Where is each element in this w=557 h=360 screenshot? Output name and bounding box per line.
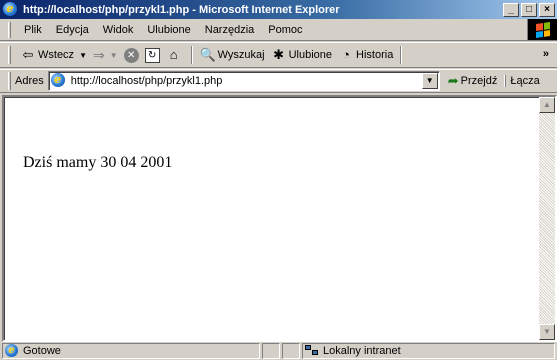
minimize-button[interactable]: _ <box>503 2 519 17</box>
status-page-icon: e <box>5 344 19 358</box>
menu-tools-label: Narzędzia <box>204 23 255 36</box>
menu-view-label: Widok <box>102 23 134 36</box>
stop-icon[interactable]: ✕ <box>123 47 139 63</box>
toolbar-separator-2 <box>400 46 403 64</box>
status-zone-text: Lokalny intranet <box>323 345 401 357</box>
vertical-scrollbar[interactable]: ▲ ▼ <box>539 97 555 340</box>
menu-edit-label: Edycja <box>55 23 89 36</box>
page-viewport: Dziś mamy 30 04 2001 <box>4 97 541 340</box>
status-text: Gotowe <box>23 345 61 357</box>
menu-view[interactable]: Widok <box>96 22 141 38</box>
menu-edit[interactable]: Edycja <box>49 22 96 38</box>
search-icon: 🔍 <box>199 47 216 62</box>
go-arrow-icon: ➦ <box>447 73 459 88</box>
favorites-icon: ✱ <box>273 47 285 62</box>
toolbar-grip[interactable] <box>8 46 11 64</box>
intranet-zone-icon <box>305 345 319 357</box>
address-field[interactable]: e ▼ <box>47 71 440 91</box>
windows-flag-icon <box>535 21 550 38</box>
ie-app-icon[interactable]: e <box>3 1 19 18</box>
content-frame: Dziś mamy 30 04 2001 ▲ ▼ <box>2 95 557 342</box>
go-label: Przejdź <box>460 75 498 87</box>
page-text: Dziś mamy 30 04 2001 <box>23 154 173 171</box>
address-label: Adres <box>15 75 44 87</box>
back-dropdown-icon[interactable]: ▼ <box>79 51 87 60</box>
go-button[interactable]: ➦ Przejdź <box>448 73 498 89</box>
close-button[interactable]: × <box>539 2 555 17</box>
home-button[interactable]: ⌂ <box>163 45 187 65</box>
history-icon: ◔ <box>342 47 350 62</box>
status-panel-progress <box>262 343 280 359</box>
maximize-button[interactable]: □ <box>521 2 537 17</box>
search-button[interactable]: 🔍 Wyszukaj <box>197 45 268 65</box>
address-bar: Adres e ▼ ➦ Przejdź Łącza <box>0 69 557 93</box>
window-title: http://localhost/php/przykl1.php - Micro… <box>23 3 340 16</box>
forward-dropdown-icon[interactable]: ▼ <box>110 51 118 60</box>
toolbar-more-chevron[interactable]: » <box>543 48 549 60</box>
windows-logo-throbber <box>527 19 557 40</box>
status-zone-panel: Lokalny intranet <box>302 343 555 359</box>
menu-help[interactable]: Pomoc <box>261 22 309 38</box>
menu-file-label: Plik <box>24 23 42 36</box>
menu-tools[interactable]: Narzędzia <box>198 22 262 38</box>
address-dropdown-button[interactable]: ▼ <box>421 73 438 89</box>
address-grip[interactable] <box>8 72 11 90</box>
favorites-label: Ulubione <box>288 49 333 61</box>
ie-window: e http://localhost/php/przykl1.php - Mic… <box>0 0 557 360</box>
back-button[interactable]: ⇦ Wstecz <box>17 45 77 65</box>
forward-button[interactable]: ⇒ <box>90 45 108 65</box>
scroll-down-button[interactable]: ▼ <box>539 324 555 340</box>
forward-arrow-icon: ⇒ <box>92 46 105 63</box>
status-bar: e Gotowe Lokalny intranet <box>0 342 557 360</box>
menu-grip[interactable] <box>8 21 11 38</box>
toolbar-separator <box>190 46 193 64</box>
menu-help-label: Pomoc <box>268 23 303 36</box>
refresh-icon[interactable]: ↻ <box>144 47 160 63</box>
standard-toolbar: ⇦ Wstecz ▼ ⇒ ▼ ✕ ↻ ⌂ 🔍 Wyszukaj ✱ Ulubio… <box>0 42 557 68</box>
back-label: Wstecz <box>38 49 75 61</box>
title-bar[interactable]: e http://localhost/php/przykl1.php - Mic… <box>0 0 557 19</box>
back-arrow-icon: ⇦ <box>22 47 34 62</box>
history-label: Historia <box>356 49 394 61</box>
status-main-panel: e Gotowe <box>2 343 260 359</box>
address-input[interactable] <box>70 73 411 89</box>
home-icon: ⌂ <box>169 47 178 62</box>
menu-favorites[interactable]: Ulubione <box>140 22 197 38</box>
menu-file[interactable]: Plik <box>17 22 49 38</box>
history-button[interactable]: ◔ Historia <box>335 45 396 65</box>
page-icon: e <box>50 73 67 89</box>
search-label: Wyszukaj <box>217 49 265 61</box>
favorites-button[interactable]: ✱ Ulubione <box>268 45 335 65</box>
scroll-up-button[interactable]: ▲ <box>539 97 555 113</box>
status-panel-security <box>282 343 300 359</box>
menu-bar: Plik Edycja Widok Ulubione Narzędzia Pom… <box>0 19 557 41</box>
menu-favorites-label: Ulubione <box>147 23 191 36</box>
links-label[interactable]: Łącza <box>505 75 540 87</box>
